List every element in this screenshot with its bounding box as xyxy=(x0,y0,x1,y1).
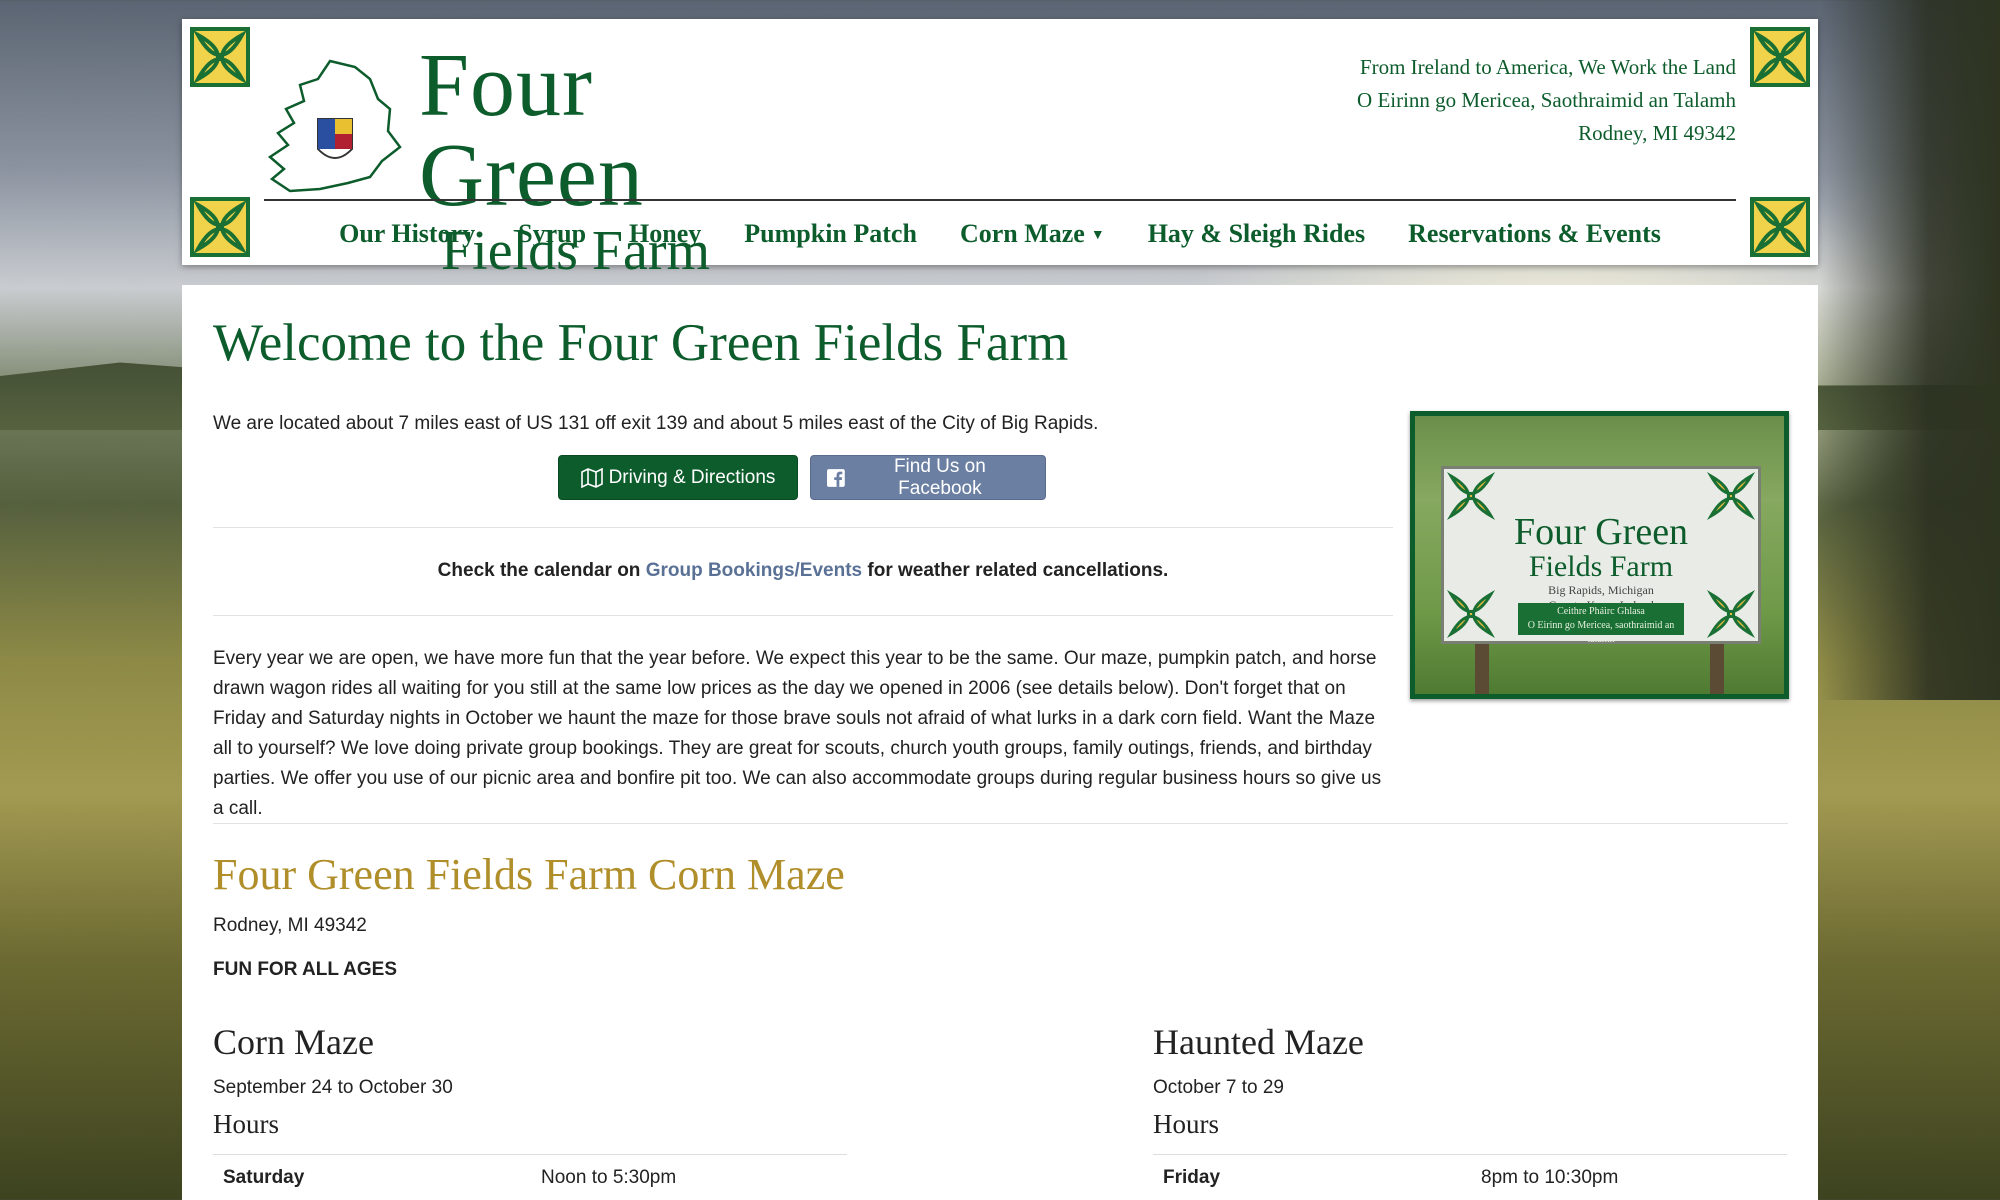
haunted-maze-hours-label: Hours xyxy=(1153,1109,1219,1139)
celtic-knot-icon xyxy=(190,197,250,257)
driving-directions-button[interactable]: Driving & Directions xyxy=(558,455,798,500)
hours-time: 8pm to 10:30pm xyxy=(1481,1167,1619,1188)
header-divider xyxy=(264,199,1736,201)
corn-maze-hours-label: Hours xyxy=(213,1109,279,1139)
page-title: Welcome to the Four Green Fields Farm xyxy=(213,314,1069,372)
caret-down-icon: ▼ xyxy=(1090,228,1105,244)
hours-time: Noon to 5:30pm xyxy=(541,1167,677,1188)
hours-day: Saturday xyxy=(223,1167,305,1188)
divider xyxy=(213,615,1393,616)
celtic-knot-icon xyxy=(1446,589,1496,639)
notice-text-after: for weather related cancellations. xyxy=(862,560,1169,581)
sign-irish-panel: Ceithre Pháirc Ghlasa O Eirinn go Merice… xyxy=(1518,603,1684,645)
tagline-english: From Ireland to America, We Work the Lan… xyxy=(1359,55,1736,79)
haunted-maze-title: Haunted Maze xyxy=(1153,1022,1364,1062)
nav-reservations-events[interactable]: Reservations & Events xyxy=(1408,219,1661,249)
group-bookings-link[interactable]: Group Bookings/Events xyxy=(646,560,862,581)
action-buttons: Driving & Directions Find Us on Facebook xyxy=(558,455,1046,500)
nav-pumpkin-patch[interactable]: Pumpkin Patch xyxy=(744,219,917,249)
ireland-map-logo-icon[interactable] xyxy=(260,49,410,199)
tagline-location: Rodney, MI 49342 xyxy=(1578,121,1736,145)
farm-sign: Four Green Fields Farm Big Rapids, Michi… xyxy=(1441,466,1761,645)
haunted-maze-section: Haunted Maze October 7 to 29 Hours Frida… xyxy=(1153,1021,1787,1200)
corn-maze-heading: Four Green Fields Farm Corn Maze xyxy=(213,850,845,899)
nav-corn-maze[interactable]: Corn Maze ▼ xyxy=(960,219,1105,249)
main-nav: Our History Syrup Honey Pumpkin Patch Co… xyxy=(264,211,1736,257)
nav-corn-maze-label: Corn Maze xyxy=(959,219,1085,248)
celtic-knot-icon xyxy=(1446,471,1496,521)
fun-for-all-ages: FUN FOR ALL AGES xyxy=(213,959,398,980)
sign-line2: Fields Farm xyxy=(1528,550,1674,583)
celtic-knot-icon xyxy=(1750,27,1810,87)
notice-text-before: Check the calendar on xyxy=(437,560,646,581)
nav-honey[interactable]: Honey xyxy=(629,219,701,249)
hours-day: Friday xyxy=(1163,1167,1221,1188)
about-text: Every year we are open, we have more fun… xyxy=(213,648,1382,819)
main-content: Welcome to the Four Green Fields Farm We… xyxy=(182,285,1818,1200)
weather-notice: Check the calendar on Group Bookings/Eve… xyxy=(213,560,1393,582)
about-paragraph: Every year we are open, we have more fun… xyxy=(213,644,1793,824)
hours-row: Saturday Noon to 5:30pm xyxy=(213,1155,847,1200)
facebook-button[interactable]: Find Us on Facebook xyxy=(810,455,1046,500)
divider xyxy=(213,527,1393,528)
site-header: Four Green Fields Farm From Ireland to A… xyxy=(182,19,1818,279)
facebook-icon xyxy=(827,468,845,487)
header-tagline: From Ireland to America, We Work the Lan… xyxy=(1357,51,1736,150)
nav-our-history[interactable]: Our History xyxy=(339,219,475,249)
sign-irish-line2: O Eirinn go Mericea, saothraimid an tala… xyxy=(1527,620,1675,645)
celtic-knot-icon xyxy=(1706,589,1756,639)
celtic-knot-icon xyxy=(1706,471,1756,521)
corn-maze-section: Corn Maze September 24 to October 30 Hou… xyxy=(213,1021,847,1200)
hours-row: Friday 8pm to 10:30pm xyxy=(1153,1155,1787,1200)
nav-hay-sleigh-rides[interactable]: Hay & Sleigh Rides xyxy=(1148,219,1365,249)
haunted-maze-dates: October 7 to 29 xyxy=(1153,1077,1284,1098)
logo-line1: Four Green xyxy=(419,36,644,225)
celtic-knot-icon xyxy=(1750,197,1810,257)
divider xyxy=(213,823,1788,824)
map-icon xyxy=(580,467,603,488)
background-trees xyxy=(1820,0,2000,700)
corn-maze-title: Corn Maze xyxy=(213,1022,374,1062)
facebook-label: Find Us on Facebook xyxy=(893,455,986,499)
celtic-knot-icon xyxy=(190,27,250,87)
maze-address: Rodney, MI 49342 xyxy=(213,915,367,936)
location-intro: We are located about 7 miles east of US … xyxy=(213,413,1099,434)
driving-directions-label: Driving & Directions xyxy=(608,466,776,488)
tagline-irish: O Eirinn go Mericea, Saothraimid an Tala… xyxy=(1357,88,1736,112)
corn-maze-dates: September 24 to October 30 xyxy=(213,1077,453,1098)
nav-syrup[interactable]: Syrup xyxy=(518,219,586,249)
sign-irish-line1: Ceithre Pháirc Ghlasa xyxy=(1557,606,1645,617)
